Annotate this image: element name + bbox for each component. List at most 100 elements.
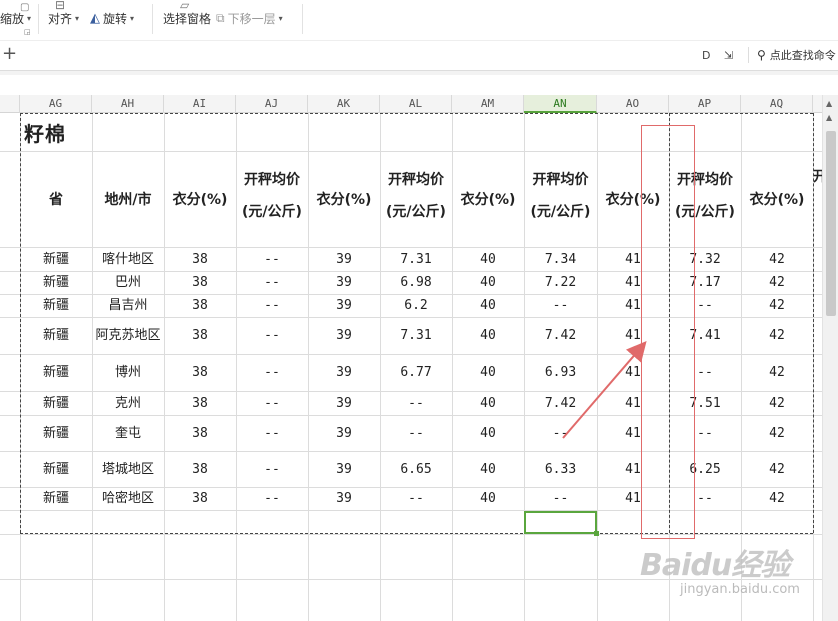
table-cell[interactable]: --	[236, 392, 308, 416]
table-cell[interactable]: 新疆	[20, 355, 92, 392]
table-cell[interactable]: 40	[452, 248, 524, 272]
table-cell[interactable]: 新疆	[20, 248, 92, 272]
comment-icon[interactable]: ⇲	[724, 49, 733, 62]
document-icon[interactable]: D	[702, 49, 710, 62]
scroll-up-icon[interactable]: ▲	[826, 99, 832, 108]
table-cell[interactable]: 新疆	[20, 488, 92, 511]
table-cell[interactable]: 6.65	[380, 452, 452, 488]
table-cell[interactable]: 6.2	[380, 295, 452, 318]
table-cell[interactable]: 42	[741, 248, 813, 272]
table-cell[interactable]: --	[236, 416, 308, 452]
table-cell[interactable]: 38	[164, 355, 236, 392]
table-cell[interactable]: 塔城地区	[92, 452, 164, 488]
table-cell[interactable]: 42	[741, 318, 813, 355]
table-cell[interactable]: 克州	[92, 392, 164, 416]
table-cell[interactable]: --	[524, 416, 597, 452]
column-header-al[interactable]: AL	[380, 95, 452, 113]
move-down-button[interactable]: ⧉ 下移一层 ▾	[216, 10, 283, 27]
column-header-an[interactable]: AN	[524, 95, 597, 113]
table-cell[interactable]: 38	[164, 272, 236, 295]
table-cell[interactable]: 新疆	[20, 392, 92, 416]
table-cell[interactable]: 42	[741, 355, 813, 392]
selection-pane-button[interactable]: 选择窗格	[163, 10, 211, 27]
scale-button[interactable]: 缩放 ▾	[0, 10, 31, 27]
table-cell[interactable]: 39	[308, 392, 380, 416]
command-search[interactable]: ⚲ 点此查找命令	[748, 47, 836, 63]
table-cell[interactable]: 昌吉州	[92, 295, 164, 318]
table-cell[interactable]: 38	[164, 248, 236, 272]
table-cell[interactable]: 6.33	[524, 452, 597, 488]
table-cell[interactable]: 阿克苏地区	[92, 318, 164, 355]
table-cell[interactable]: 新疆	[20, 318, 92, 355]
table-cell[interactable]: 新疆	[20, 295, 92, 318]
rotate-button[interactable]: ◭ 旋转 ▾	[90, 10, 134, 27]
vertical-scrollbar[interactable]: ▲ ▲	[822, 95, 838, 621]
table-cell[interactable]: 42	[741, 272, 813, 295]
table-cell[interactable]: 38	[164, 488, 236, 511]
column-header-am[interactable]: AM	[452, 95, 524, 113]
table-cell[interactable]: 38	[164, 318, 236, 355]
table-cell[interactable]: 新疆	[20, 272, 92, 295]
column-header-ag[interactable]: AG	[20, 95, 92, 113]
table-cell[interactable]: --	[380, 392, 452, 416]
table-cell[interactable]: 7.31	[380, 318, 452, 355]
table-cell[interactable]: 7.22	[524, 272, 597, 295]
table-cell[interactable]: 40	[452, 355, 524, 392]
table-cell[interactable]: 42	[741, 452, 813, 488]
scrollbar-thumb[interactable]	[826, 131, 836, 316]
table-cell[interactable]: 新疆	[20, 452, 92, 488]
table-cell[interactable]: 40	[452, 392, 524, 416]
table-cell[interactable]: 38	[164, 392, 236, 416]
table-cell[interactable]: 38	[164, 452, 236, 488]
table-cell[interactable]: 42	[741, 392, 813, 416]
table-cell[interactable]: 42	[741, 488, 813, 511]
table-cell[interactable]: --	[236, 355, 308, 392]
table-cell[interactable]: 奎屯	[92, 416, 164, 452]
table-cell[interactable]: --	[236, 452, 308, 488]
table-cell[interactable]: 39	[308, 248, 380, 272]
table-cell[interactable]: 40	[452, 318, 524, 355]
dialog-launcher-icon[interactable]: ◲	[24, 28, 31, 36]
table-cell[interactable]: 新疆	[20, 416, 92, 452]
table-cell[interactable]: --	[236, 295, 308, 318]
fill-handle[interactable]	[594, 531, 599, 536]
table-cell[interactable]: 喀什地区	[92, 248, 164, 272]
table-cell[interactable]: 7.42	[524, 392, 597, 416]
table-cell[interactable]: 40	[452, 295, 524, 318]
table-cell[interactable]: 40	[452, 416, 524, 452]
column-header-aj[interactable]: AJ	[236, 95, 308, 113]
table-cell[interactable]: 39	[308, 416, 380, 452]
table-cell[interactable]: --	[236, 272, 308, 295]
column-header-ap[interactable]: AP	[669, 95, 741, 113]
table-cell[interactable]: 40	[452, 452, 524, 488]
table-cell[interactable]: 39	[308, 355, 380, 392]
column-header-ao[interactable]: AO	[597, 95, 669, 113]
table-cell[interactable]: 巴州	[92, 272, 164, 295]
column-header-ah[interactable]: AH	[92, 95, 164, 113]
search-input[interactable]: 点此查找命令	[770, 47, 836, 63]
column-header-ai[interactable]: AI	[164, 95, 236, 113]
table-cell[interactable]: 7.34	[524, 248, 597, 272]
table-cell[interactable]: 42	[741, 295, 813, 318]
table-cell[interactable]: 40	[452, 272, 524, 295]
table-cell[interactable]: 6.93	[524, 355, 597, 392]
table-cell[interactable]: --	[380, 416, 452, 452]
table-cell[interactable]: --	[524, 295, 597, 318]
table-cell[interactable]: --	[236, 248, 308, 272]
table-cell[interactable]: 38	[164, 295, 236, 318]
scroll-up-icon[interactable]: ▲	[826, 113, 832, 122]
table-cell[interactable]: 39	[308, 295, 380, 318]
table-cell[interactable]: 40	[452, 488, 524, 511]
column-header-aq[interactable]: AQ	[741, 95, 813, 113]
table-cell[interactable]: 39	[308, 488, 380, 511]
column-header-ak[interactable]: AK	[308, 95, 380, 113]
table-cell[interactable]: 39	[308, 452, 380, 488]
table-cell[interactable]: --	[380, 488, 452, 511]
table-cell[interactable]: 哈密地区	[92, 488, 164, 511]
table-cell[interactable]: 博州	[92, 355, 164, 392]
table-cell[interactable]: 6.98	[380, 272, 452, 295]
table-cell[interactable]: 42	[741, 416, 813, 452]
table-cell[interactable]: 39	[308, 318, 380, 355]
table-cell[interactable]: 39	[308, 272, 380, 295]
table-cell[interactable]: 38	[164, 416, 236, 452]
